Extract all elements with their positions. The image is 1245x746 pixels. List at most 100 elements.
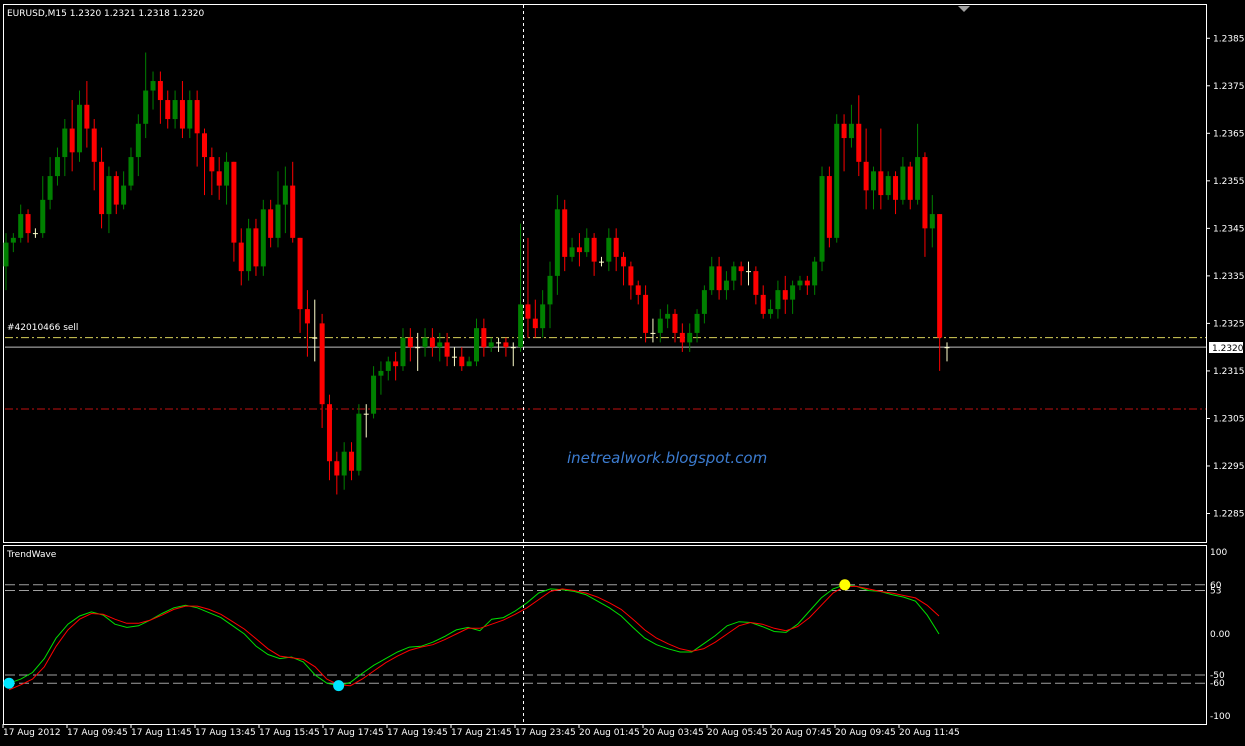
candle-body — [731, 266, 737, 281]
indicator-axis-label: 100 — [1210, 548, 1227, 558]
time-axis-label: 20 Aug 09:45 — [835, 728, 896, 738]
indicator-axis-label: -60 — [1210, 679, 1225, 689]
candle-body — [503, 342, 509, 348]
candle-body — [407, 337, 413, 348]
candle-body — [128, 157, 134, 186]
candle-body — [91, 128, 97, 162]
candle-body — [84, 104, 90, 129]
candle-body — [282, 185, 288, 205]
candle-body — [290, 185, 296, 238]
time-axis-label: 17 Aug 09:45 — [67, 728, 128, 738]
candle-body — [804, 280, 810, 286]
time-axis-label: 20 Aug 07:45 — [771, 728, 832, 738]
candle-body — [716, 266, 722, 291]
price-axis-label: 1.2365 — [1213, 129, 1245, 139]
candle-body — [474, 328, 479, 362]
candle-body — [3, 242, 9, 267]
candle-body — [488, 342, 494, 348]
candle-body — [694, 313, 700, 333]
candle-body — [334, 461, 340, 476]
time-axis-label: 20 Aug 01:45 — [579, 728, 640, 738]
candle-body — [77, 104, 83, 153]
price-axis-label: 1.2385 — [1213, 34, 1245, 44]
candle-body — [40, 199, 46, 234]
candle-body — [893, 176, 899, 200]
price-chart-svg[interactable]: 1.2385 1.2375 1.2365 1.2355 1.2345 1.2335 1.23… — [0, 0, 1245, 742]
candle-body — [238, 242, 244, 272]
candle-body — [393, 361, 399, 367]
candle-body — [451, 356, 457, 358]
buy-signal-dot — [3, 677, 15, 689]
candle-body — [598, 261, 604, 263]
candle-body — [437, 342, 443, 348]
candle-body — [121, 185, 127, 205]
watermark: inetrealwork.blogspot.com — [567, 449, 767, 467]
candle-body — [900, 166, 906, 200]
candle-body — [856, 123, 862, 162]
candle-body — [547, 275, 553, 305]
candle-body — [400, 337, 406, 367]
candle-body — [113, 176, 119, 205]
candle-body — [194, 100, 200, 134]
mt4-chart-window[interactable]: 1.2385 1.2375 1.2365 1.2355 1.2345 1.2335 1.23… — [0, 0, 1245, 742]
candle-body — [532, 318, 538, 329]
indicator-axis-label: 53 — [1210, 587, 1221, 597]
candle-body — [268, 209, 274, 238]
candle-body — [937, 214, 943, 338]
candle-body — [518, 304, 524, 348]
price-axis-label: 1.2315 — [1213, 367, 1245, 377]
candle-body — [18, 214, 24, 238]
candle-body — [275, 204, 281, 238]
candle-body — [621, 256, 627, 267]
candle-body — [349, 451, 355, 471]
candle-body — [834, 123, 840, 238]
candle-body — [848, 123, 854, 139]
candle-body — [201, 133, 207, 158]
candle-body — [635, 285, 641, 295]
price-axis-label: 1.2305 — [1213, 414, 1245, 424]
candle-body — [584, 237, 590, 253]
candle-body — [135, 123, 141, 158]
candle-body — [32, 233, 38, 235]
candle-body — [885, 176, 891, 196]
time-axis-label: 20 Aug 03:45 — [643, 728, 704, 738]
candle-body — [819, 176, 825, 262]
candle-body — [915, 157, 921, 200]
candle-body — [378, 370, 384, 376]
candle-body — [944, 347, 950, 349]
candle-body — [863, 161, 869, 191]
candle-body — [738, 266, 744, 272]
candle-body — [371, 375, 377, 414]
chart-background — [0, 0, 1245, 742]
candle-body — [481, 328, 487, 348]
candle-body — [10, 237, 16, 243]
candle-body — [812, 261, 818, 286]
indicator-axis-label: 0.00 — [1210, 630, 1230, 640]
price-axis-label: 1.2335 — [1213, 272, 1245, 282]
candle-body — [775, 290, 781, 310]
candle-body — [841, 123, 847, 139]
candle-body — [870, 171, 876, 191]
candle-body — [165, 100, 171, 120]
candle-body — [657, 318, 663, 333]
candle-body — [760, 294, 766, 314]
candle-body — [525, 304, 531, 319]
candle-body — [650, 332, 656, 334]
candle-body — [459, 356, 465, 367]
indicator-label: TrendWave — [6, 550, 57, 560]
time-axis-label: 17 Aug 19:45 — [387, 728, 448, 738]
candle-body — [576, 247, 582, 253]
candle-body — [753, 271, 759, 295]
candle-body — [415, 347, 421, 349]
candle-body — [172, 100, 178, 120]
candle-body — [224, 161, 230, 186]
time-axis-label: 17 Aug 21:45 — [451, 728, 512, 738]
candle-body — [47, 176, 53, 200]
time-axis-label: 17 Aug 17:45 — [323, 728, 384, 738]
price-axis-label: 1.2325 — [1213, 319, 1245, 329]
candle-body — [25, 214, 31, 234]
candle-body — [143, 90, 149, 124]
order-label: #42010466 sell — [7, 323, 78, 333]
candle-body — [496, 342, 502, 344]
candle-body — [363, 413, 369, 415]
